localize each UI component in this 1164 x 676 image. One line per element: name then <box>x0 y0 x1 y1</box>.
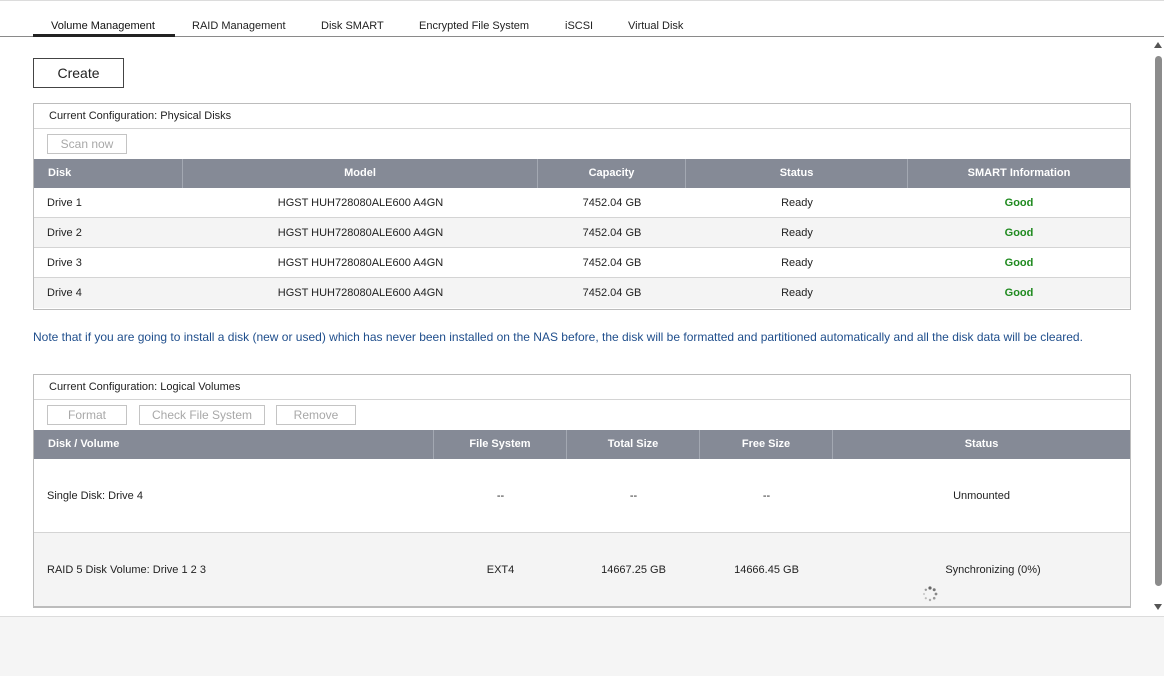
disk-name: Drive 3 <box>47 257 82 269</box>
tab-disk-smart[interactable]: Disk SMART <box>321 20 384 32</box>
logical-volumes-title: Current Configuration: Logical Volumes <box>34 375 1130 400</box>
volume-total-size: -- <box>629 490 638 502</box>
table-row[interactable]: Drive 4 HGST HUH728080ALE600 A4GN 7452.0… <box>34 278 1130 308</box>
volume-management-content: Create Current Configuration: Physical D… <box>0 38 1164 616</box>
remove-button[interactable]: Remove <box>276 405 356 425</box>
volume-status: Unmounted <box>953 490 1010 502</box>
physical-disks-header: Disk Model Capacity Status SMART Informa… <box>34 159 1130 188</box>
column-header-total-size[interactable]: Total Size <box>567 430 700 459</box>
column-header-model[interactable]: Model <box>183 159 538 188</box>
volume-free-size: -- <box>762 490 771 502</box>
check-file-system-button[interactable]: Check File System <box>139 405 265 425</box>
disk-capacity: 7452.04 GB <box>582 257 642 269</box>
physical-disks-panel: Current Configuration: Physical Disks Sc… <box>33 103 1131 310</box>
column-header-free-size[interactable]: Free Size <box>700 430 833 459</box>
footer-bar <box>0 616 1164 676</box>
scan-now-button[interactable]: Scan now <box>47 134 127 154</box>
vertical-scrollbar[interactable] <box>1153 38 1164 616</box>
tab-encrypted-file-system[interactable]: Encrypted File System <box>419 20 529 32</box>
volume-name: RAID 5 Disk Volume: Drive 1 2 3 <box>47 564 206 576</box>
disk-model: HGST HUH728080ALE600 A4GN <box>277 257 444 269</box>
disk-capacity: 7452.04 GB <box>582 227 642 239</box>
column-header-file-system[interactable]: File System <box>434 430 567 459</box>
physical-disks-title: Current Configuration: Physical Disks <box>34 104 1130 129</box>
active-tab-indicator <box>33 34 175 37</box>
column-header-disk-volume[interactable]: Disk / Volume <box>34 430 434 459</box>
tab-iscsi[interactable]: iSCSI <box>565 20 593 32</box>
smart-status[interactable]: Good <box>908 278 1130 308</box>
disk-format-note: Note that if you are going to install a … <box>33 330 1083 344</box>
logical-volumes-panel: Current Configuration: Logical Volumes F… <box>33 374 1131 608</box>
column-header-capacity[interactable]: Capacity <box>538 159 686 188</box>
volume-name: Single Disk: Drive 4 <box>47 490 143 502</box>
smart-status[interactable]: Good <box>908 248 1130 278</box>
physical-disks-toolbar: Scan now <box>34 129 1130 159</box>
disk-model: HGST HUH728080ALE600 A4GN <box>277 197 444 209</box>
disk-name: Drive 4 <box>47 287 82 299</box>
create-button[interactable]: Create <box>33 58 124 88</box>
disk-name: Drive 2 <box>47 227 82 239</box>
column-header-volume-status[interactable]: Status <box>833 430 1130 459</box>
table-row[interactable]: Drive 3 HGST HUH728080ALE600 A4GN 7452.0… <box>34 248 1130 278</box>
disk-status: Ready <box>781 227 813 239</box>
disk-capacity: 7452.04 GB <box>582 197 642 209</box>
disk-model: HGST HUH728080ALE600 A4GN <box>277 227 444 239</box>
sync-spinner-icon <box>922 562 938 602</box>
column-header-status[interactable]: Status <box>686 159 908 188</box>
volume-total-size: 14667.25 GB <box>601 564 666 576</box>
column-header-disk[interactable]: Disk <box>34 159 183 188</box>
scroll-thumb[interactable] <box>1155 56 1162 586</box>
volume-file-system: -- <box>496 490 505 502</box>
column-header-smart-information[interactable]: SMART Information <box>908 159 1130 188</box>
disk-model: HGST HUH728080ALE600 A4GN <box>277 287 444 299</box>
logical-volumes-header: Disk / Volume File System Total Size Fre… <box>34 430 1130 459</box>
volume-status-cell: Synchronizing (0%) <box>833 533 1130 607</box>
table-row[interactable]: Drive 1 HGST HUH728080ALE600 A4GN 7452.0… <box>34 188 1130 218</box>
smart-status[interactable]: Good <box>908 188 1130 218</box>
scroll-up-arrow-icon[interactable] <box>1154 42 1162 48</box>
format-button[interactable]: Format <box>47 405 127 425</box>
tab-virtual-disk[interactable]: Virtual Disk <box>628 20 683 32</box>
disk-status: Ready <box>781 257 813 269</box>
smart-status[interactable]: Good <box>908 218 1130 248</box>
tab-bar: Volume Management RAID Management Disk S… <box>0 0 1164 37</box>
disk-status: Ready <box>781 287 813 299</box>
disk-capacity: 7452.04 GB <box>582 287 642 299</box>
logical-volumes-toolbar: Format Check File System Remove <box>34 400 1130 430</box>
disk-name: Drive 1 <box>47 197 82 209</box>
volume-status: Synchronizing (0%) <box>945 564 1041 576</box>
table-row[interactable]: Single Disk: Drive 4 -- -- -- Unmounted <box>34 459 1130 533</box>
volume-free-size: 14666.45 GB <box>734 564 799 576</box>
table-row[interactable]: RAID 5 Disk Volume: Drive 1 2 3 EXT4 146… <box>34 533 1130 607</box>
table-row[interactable]: Drive 2 HGST HUH728080ALE600 A4GN 7452.0… <box>34 218 1130 248</box>
scroll-down-arrow-icon[interactable] <box>1154 604 1162 610</box>
volume-file-system: EXT4 <box>486 564 515 576</box>
tab-raid-management[interactable]: RAID Management <box>192 20 286 32</box>
tab-volume-management[interactable]: Volume Management <box>51 20 155 32</box>
disk-status: Ready <box>781 197 813 209</box>
